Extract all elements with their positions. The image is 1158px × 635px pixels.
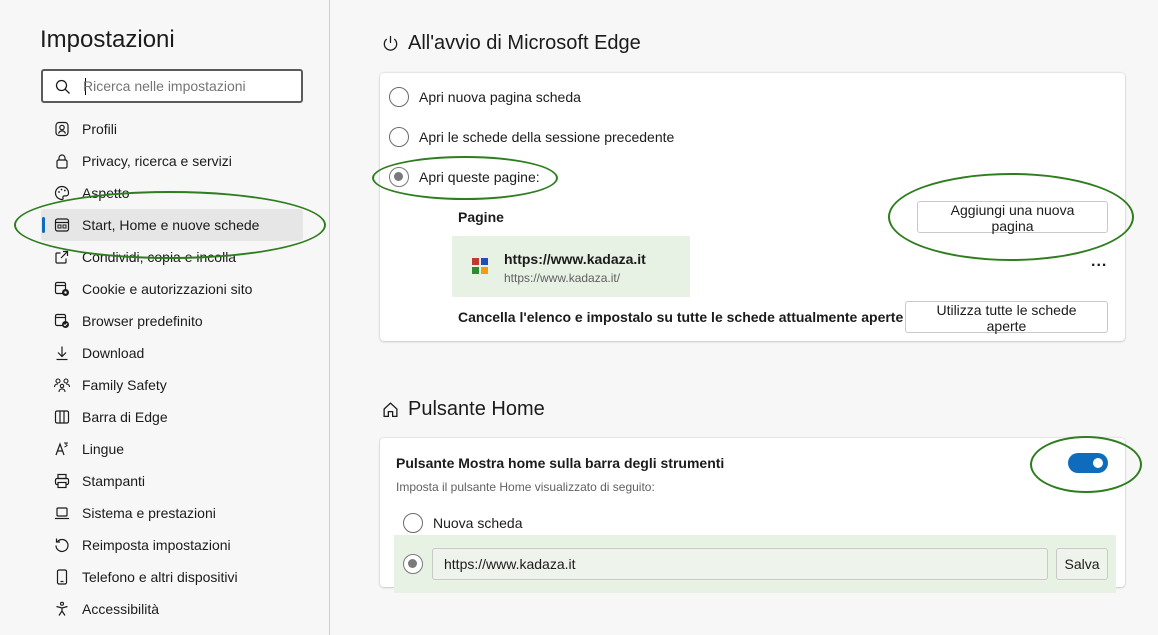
phone-icon <box>53 568 71 586</box>
printer-icon <box>53 472 71 490</box>
sidebar-item-label: Telefono e altri dispositivi <box>82 569 238 585</box>
home-section-title: Pulsante Home <box>381 398 545 421</box>
search-input[interactable] <box>83 75 293 97</box>
sidebar-item-cookie[interactable]: Cookie e autorizzazioni sito <box>41 273 303 305</box>
startup-option-open-pages[interactable]: Apri queste pagine: <box>389 167 540 187</box>
sidebar-item-lingue[interactable]: Lingue <box>41 433 303 465</box>
sidebar-item-browser-predefinito[interactable]: Browser predefinito <box>41 305 303 337</box>
profile-icon <box>53 120 71 138</box>
page-title: https://www.kadaza.it <box>504 251 646 267</box>
home-button-toggle[interactable] <box>1068 453 1108 473</box>
sidebar-item-label: Family Safety <box>82 377 167 393</box>
sidebar-item-start-home[interactable]: Start, Home e nuove schede <box>41 209 303 241</box>
sidebar-item-label: Download <box>82 345 145 361</box>
settings-sidebar: Impostazioni Profili Privacy, ricerca e … <box>0 0 330 635</box>
sidebar-item-profili[interactable]: Profili <box>41 113 303 145</box>
sidebar-title: Impostazioni <box>40 26 175 53</box>
radio-label: Apri nuova pagina scheda <box>419 89 581 105</box>
accessibility-icon <box>53 600 71 618</box>
radio-label: Apri le schede della sessione precedente <box>419 129 675 145</box>
sidebar-item-barra-edge[interactable]: Barra di Edge <box>41 401 303 433</box>
clear-list-label: Cancella l'elenco e impostalo su tutte l… <box>458 309 904 325</box>
sidebar-item-label: Browser predefinito <box>82 313 203 329</box>
kadaza-favicon <box>472 258 488 274</box>
home-title-text: Pulsante Home <box>408 398 545 420</box>
sidebar-item-label: Lingue <box>82 441 125 457</box>
sidebar-item-accessibilita[interactable]: Accessibilità <box>41 593 303 625</box>
share-icon <box>53 248 71 266</box>
tabs-window-icon <box>53 216 71 234</box>
pages-heading: Pagine <box>458 209 504 225</box>
radio-button[interactable] <box>389 127 409 147</box>
sidebar-item-privacy[interactable]: Privacy, ricerca e servizi <box>41 145 303 177</box>
reset-icon <box>53 536 71 554</box>
sidebar-item-label: Reimposta impostazioni <box>82 537 231 553</box>
sidebar-item-label: Condividi, copia e incolla <box>82 249 237 265</box>
home-url-input[interactable] <box>432 548 1048 580</box>
sidebar-item-label: Stampanti <box>82 473 146 489</box>
use-open-tabs-button[interactable]: Utilizza tutte le schede aperte <box>905 301 1108 334</box>
sidebar-item-download[interactable]: Download <box>41 337 303 369</box>
sidebar-item-sistema[interactable]: Sistema e prestazioni <box>41 497 303 529</box>
power-icon <box>381 35 399 53</box>
radio-label: Nuova scheda <box>433 515 523 531</box>
sidebar-item-label: Start, Home e nuove schede <box>82 217 260 233</box>
save-button[interactable]: Salva <box>1056 548 1108 580</box>
sidebar-item-label: Sistema e prestazioni <box>82 505 216 521</box>
home-toggle-label: Pulsante Mostra home sulla barra degli s… <box>396 455 725 471</box>
home-option-new-tab[interactable]: Nuova scheda <box>403 513 523 533</box>
sidebar-item-stampanti[interactable]: Stampanti <box>41 465 303 497</box>
lock-icon <box>53 152 71 170</box>
add-page-button[interactable]: Aggiungi una nuova pagina <box>917 201 1108 234</box>
radio-button[interactable] <box>403 513 423 533</box>
language-icon <box>53 440 71 458</box>
startup-title-text: All'avvio di Microsoft Edge <box>408 32 641 54</box>
startup-section-title: All'avvio di Microsoft Edge <box>381 32 641 55</box>
sidebar-item-label: Accessibilità <box>82 601 160 617</box>
sidebar-item-reimposta[interactable]: Reimposta impostazioni <box>41 529 303 561</box>
sidebar-nav: Profili Privacy, ricerca e servizi Aspet… <box>41 113 303 625</box>
search-box[interactable] <box>41 69 303 103</box>
sidebar-item-label: Privacy, ricerca e servizi <box>82 153 232 169</box>
search-icon <box>55 79 70 94</box>
radio-button[interactable] <box>403 554 423 574</box>
page-url: https://www.kadaza.it/ <box>504 271 621 285</box>
cookie-permissions-icon <box>53 280 71 298</box>
sidebar-item-label: Profili <box>82 121 118 137</box>
startup-option-new-tab[interactable]: Apri nuova pagina scheda <box>389 87 581 107</box>
sidebar-item-label: Cookie e autorizzazioni sito <box>82 281 253 297</box>
radio-button[interactable] <box>389 87 409 107</box>
sidebar-item-label: Aspetto <box>82 185 130 201</box>
sidebar-item-telefono[interactable]: Telefono e altri dispositivi <box>41 561 303 593</box>
sidebar-item-family-safety[interactable]: Family Safety <box>41 369 303 401</box>
download-icon <box>53 344 71 362</box>
radio-label: Apri queste pagine: <box>419 169 540 185</box>
more-options-icon[interactable]: ... <box>1091 253 1107 271</box>
sidebar-item-condividi[interactable]: Condividi, copia e incolla <box>41 241 303 273</box>
startup-option-previous-session[interactable]: Apri le schede della sessione precedente <box>389 127 674 147</box>
home-toggle-description: Imposta il pulsante Home visualizzato di… <box>396 480 655 494</box>
sidebar-item-aspetto[interactable]: Aspetto <box>41 177 303 209</box>
home-option-custom-url[interactable] <box>403 554 433 574</box>
laptop-icon <box>53 504 71 522</box>
edge-bar-icon <box>53 408 71 426</box>
home-icon <box>381 401 399 419</box>
family-icon <box>53 376 71 394</box>
palette-icon <box>53 184 71 202</box>
radio-button[interactable] <box>389 167 409 187</box>
default-browser-icon <box>53 312 71 330</box>
sidebar-item-label: Barra di Edge <box>82 409 168 425</box>
